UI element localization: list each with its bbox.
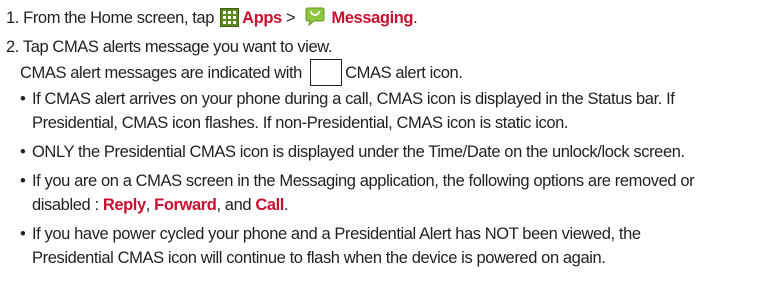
- bullet-text: If you have power cycled your phone and …: [32, 225, 641, 243]
- step-2-text: 2. Tap CMAS alerts message you want to v…: [6, 38, 333, 56]
- forward-option-label: Forward: [154, 196, 217, 214]
- bullet-continuation: Presidential, CMAS icon flashes. If non-…: [6, 111, 774, 135]
- separator-text: .: [284, 196, 289, 214]
- reply-option-label: Reply: [102, 196, 146, 214]
- bullet-text: If CMAS alert arrives on your phone duri…: [32, 90, 675, 108]
- apps-label: Apps: [242, 9, 282, 27]
- step-1-prefix: 1. From the Home screen, tap: [6, 9, 219, 27]
- separator-text: , and: [216, 196, 256, 214]
- bullet-continuation: Presidential CMAS icon will continue to …: [6, 246, 774, 270]
- bullet-glyph: •: [20, 143, 26, 161]
- bullet-text: Presidential CMAS icon will continue to …: [32, 249, 606, 267]
- instructions-document: 1. From the Home screen, tap Apps > Mess…: [6, 6, 774, 270]
- step-1-separator: >: [281, 9, 300, 27]
- bullet-text: Presidential, CMAS icon flashes. If non-…: [32, 114, 569, 132]
- step-1: 1. From the Home screen, tap Apps > Mess…: [6, 6, 774, 30]
- step-2: 2. Tap CMAS alerts message you want to v…: [6, 35, 774, 59]
- apps-grid-icon: [220, 8, 240, 27]
- bullet-item: • If you have power cycled your phone and…: [6, 222, 774, 246]
- bullet-text: disabled :: [32, 196, 103, 214]
- bullet-continuation: disabled : Reply, Forward, and Call.: [6, 193, 774, 217]
- bullet-glyph: •: [20, 225, 26, 243]
- step-2-note: CMAS alert messages are indicated with C…: [6, 59, 774, 86]
- step-1-suffix: .: [413, 9, 418, 27]
- call-option-label: Call: [255, 196, 284, 214]
- bullet-text: If you are on a CMAS screen in the Messa…: [32, 172, 695, 190]
- messaging-label: Messaging: [331, 9, 414, 27]
- separator-text: ,: [145, 196, 155, 214]
- cmas-alert-icon: [310, 59, 343, 86]
- bullet-item: • ONLY the Presidential CMAS icon is disp…: [6, 140, 774, 164]
- messaging-bubble-icon: [303, 7, 327, 27]
- bullet-glyph: •: [20, 172, 26, 190]
- bullet-text: ONLY the Presidential CMAS icon is displ…: [32, 143, 685, 161]
- bullet-item: • If CMAS alert arrives on your phone dur…: [6, 87, 774, 111]
- bullet-item: • If you are on a CMAS screen in the Mess…: [6, 169, 774, 193]
- step-2-note-before: CMAS alert messages are indicated with: [20, 64, 307, 82]
- bullet-glyph: •: [20, 90, 26, 108]
- step-2-note-after: CMAS alert icon.: [345, 64, 463, 82]
